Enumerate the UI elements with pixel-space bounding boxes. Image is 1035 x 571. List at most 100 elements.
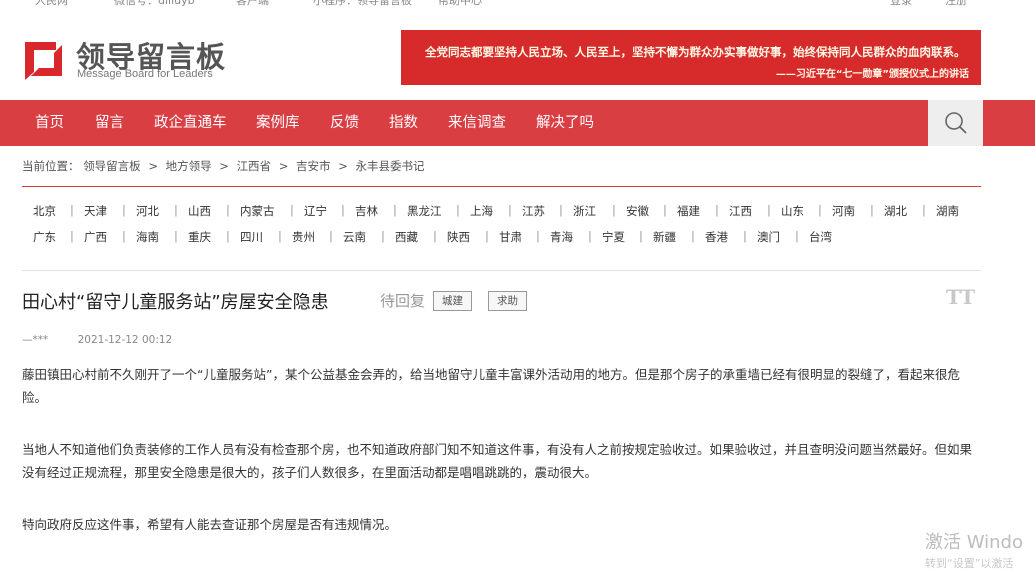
breadcrumb-item[interactable]: 吉安市 (296, 159, 331, 173)
section-divider (22, 270, 981, 271)
breadcrumb-item[interactable]: 江西省 (237, 159, 272, 173)
message-meta: —*** 2021-12-12 00:12 (22, 334, 172, 346)
topbar-wechat[interactable]: 微信号：dlliuyb (114, 0, 195, 8)
topbar-login[interactable]: 登录 (890, 0, 912, 8)
region-separator: | (174, 203, 178, 217)
region-link[interactable]: 宁夏 (602, 229, 625, 245)
region-link[interactable]: 河北 (136, 203, 159, 219)
message-paragraph: 藤田镇田心村前不久刚开了一个“儿童服务站”，某个公益基金会弄的，给当地留守儿童丰… (22, 367, 960, 405)
region-separator: | (922, 203, 926, 217)
region-separator: | (536, 229, 540, 243)
font-size-toggle-icon[interactable]: TT (946, 285, 975, 309)
search-icon (945, 112, 967, 134)
windows-activation-watermark: 激活 Windo (925, 532, 1023, 553)
region-separator: | (278, 229, 282, 243)
region-separator: | (715, 203, 719, 217)
region-link[interactable]: 安徽 (626, 203, 649, 219)
banner-quote: 全党同志都要坚持人民立场、人民至上，坚持不懈为群众办实事做好事，始终保持同人民群… (425, 45, 966, 59)
topbar-register[interactable]: 注册 (945, 0, 967, 8)
region-link[interactable]: 河南 (832, 203, 855, 219)
quote-banner: 全党同志都要坚持人民立场、人民至上，坚持不懈为群众办实事做好事，始终保持同人民群… (401, 30, 981, 85)
region-separator: | (795, 229, 799, 243)
region-link[interactable]: 上海 (470, 203, 493, 219)
topbar-miniprogram[interactable]: 小程序：领导留言板 (313, 0, 412, 8)
region-link[interactable]: 黑龙江 (407, 203, 442, 219)
region-link[interactable]: 陕西 (447, 229, 470, 245)
region-link[interactable]: 山西 (188, 203, 211, 219)
region-separator: | (559, 203, 563, 217)
region-separator: | (329, 229, 333, 243)
banner-source: ——习近平在“七一勋章”颁授仪式上的讲话 (775, 69, 969, 80)
nav-item-solved[interactable]: 解决了吗 (536, 100, 594, 146)
region-link[interactable]: 广西 (84, 229, 107, 245)
region-link[interactable]: 云南 (343, 229, 366, 245)
site-logo[interactable]: 领导留言板 Message Board for Leaders (22, 34, 237, 84)
region-link[interactable]: 天津 (84, 203, 107, 219)
tag-urban-construction[interactable]: 城建 (433, 291, 472, 311)
region-link[interactable]: 湖南 (936, 203, 959, 219)
region-link[interactable]: 澳门 (757, 229, 780, 245)
region-link[interactable]: 辽宁 (304, 203, 327, 219)
region-separator: | (70, 203, 74, 217)
region-link[interactable]: 甘肃 (499, 229, 522, 245)
breadcrumb-separator: > (278, 159, 289, 173)
region-separator: | (393, 203, 397, 217)
region-link[interactable]: 福建 (677, 203, 700, 219)
region-link[interactable]: 西藏 (395, 229, 418, 245)
region-link[interactable]: 吉林 (355, 203, 378, 219)
region-link[interactable]: 内蒙古 (240, 203, 275, 219)
region-link[interactable]: 江苏 (522, 203, 545, 219)
status-badge: 待回复 (380, 292, 426, 310)
region-link[interactable]: 台湾 (809, 229, 832, 245)
region-link[interactable]: 四川 (240, 229, 263, 245)
region-link[interactable]: 浙江 (573, 203, 596, 219)
breadcrumb-divider (22, 186, 981, 187)
region-link[interactable]: 湖北 (884, 203, 907, 219)
nav-item-cases[interactable]: 案例库 (256, 100, 300, 146)
region-link[interactable]: 广东 (33, 229, 56, 245)
region-link[interactable]: 江西 (729, 203, 752, 219)
region-link[interactable]: 海南 (136, 229, 159, 245)
region-separator: | (870, 203, 874, 217)
region-separator: | (508, 203, 512, 217)
nav-item-feedback[interactable]: 反馈 (330, 100, 359, 146)
region-link[interactable]: 北京 (33, 203, 56, 219)
tag-help[interactable]: 求助 (488, 291, 527, 311)
region-separator: | (639, 229, 643, 243)
region-separator: | (818, 203, 822, 217)
nav-item-message[interactable]: 留言 (95, 100, 124, 146)
windows-activation-hint: 转到“设置”以激活 (925, 557, 1014, 570)
region-link[interactable]: 贵州 (292, 229, 315, 245)
post-datetime: 2021-12-12 00:12 (77, 334, 173, 346)
region-separator: | (122, 203, 126, 217)
region-link[interactable]: 香港 (705, 229, 728, 245)
region-separator: | (226, 203, 230, 217)
breadcrumb-separator: > (219, 159, 229, 173)
topbar-help[interactable]: 帮助中心 (438, 0, 482, 8)
breadcrumb-item[interactable]: 地方领导 (166, 159, 212, 173)
region-link[interactable]: 山东 (781, 203, 804, 219)
nav-item-home[interactable]: 首页 (35, 100, 64, 146)
main-nav: 首页 留言 政企直通车 案例库 反馈 指数 来信调查 解决了吗 (0, 100, 1035, 146)
search-button[interactable] (928, 100, 983, 146)
topbar-link-people[interactable]: 人民网 (35, 0, 68, 8)
message-paragraph: 特向政府反应这件事，希望有人能去查证那个房屋是否有违规情况。 (22, 517, 398, 532)
author: —*** (22, 334, 49, 346)
region-row: 广东 | 广西 | 海南 | 重庆 | 四川 | 贵州 | 云南 | 西藏 | 陕西 | 甘肃 | 青海 | 宁夏 | 新疆 | 香… (22, 229, 982, 255)
region-row: 北京 | 天津 | 河北 | 山西 | 内蒙古 | 辽宁 | 吉林 | 黑龙江 | 上海 | 江苏 | 浙江 | 安徽 | 福建… (22, 203, 982, 229)
breadcrumb-prefix: 当前位置： (22, 159, 80, 173)
region-separator: | (290, 203, 294, 217)
topbar-client[interactable]: 客户端 (236, 0, 269, 8)
region-separator: | (456, 203, 460, 217)
region-separator: | (381, 229, 385, 243)
region-link[interactable]: 新疆 (653, 229, 676, 245)
region-link[interactable]: 青海 (550, 229, 573, 245)
logo-subtitle: Message Board for Leaders (77, 68, 213, 80)
nav-item-index[interactable]: 指数 (389, 100, 418, 146)
region-link[interactable]: 重庆 (188, 229, 211, 245)
nav-item-enterprise[interactable]: 政企直通车 (154, 100, 227, 146)
nav-item-survey[interactable]: 来信调查 (448, 100, 506, 146)
breadcrumb-item[interactable]: 领导留言板 (83, 159, 141, 173)
breadcrumb-item[interactable]: 永丰县委书记 (355, 159, 424, 173)
region-separator: | (663, 203, 667, 217)
